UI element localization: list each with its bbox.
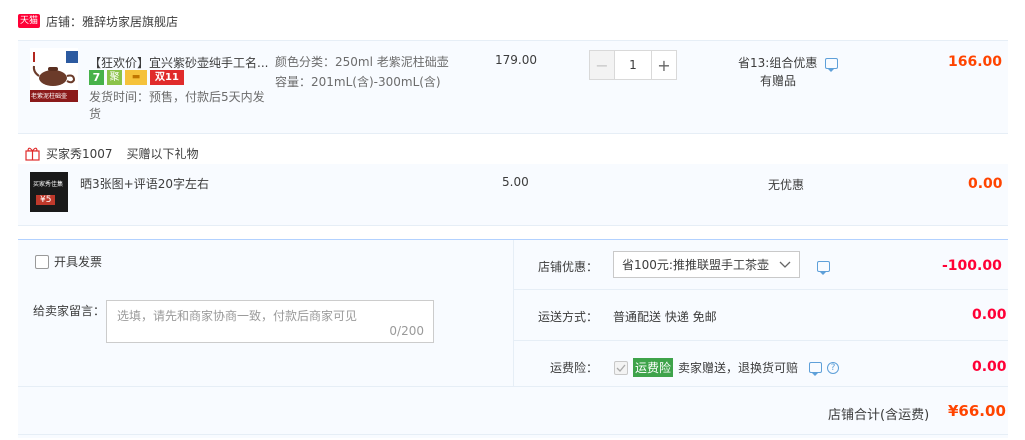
- message-textarea[interactable]: 选填，请先和商家协商一致，付款后商家可见 0/200: [106, 300, 434, 343]
- gift-price: 5.00: [502, 175, 529, 189]
- gift-subtotal: 0.00: [968, 176, 1003, 192]
- promo-text: 省13:组合优惠: [738, 54, 839, 72]
- gift-promo: 无优惠: [768, 178, 805, 192]
- gift-note: 有赠品: [760, 74, 797, 88]
- divider-1: [514, 289, 1008, 290]
- message-label: 给卖家留言：: [33, 304, 106, 318]
- help-icon[interactable]: ?: [827, 361, 840, 374]
- shipping-value: 普通配送 快递 免邮: [613, 310, 717, 324]
- insurance-chat-icon[interactable]: [809, 362, 823, 376]
- item-badges: 7 聚 ▬ 双11: [89, 70, 184, 85]
- seven-day-return-icon: 7: [89, 70, 104, 85]
- tmall-badge: 天猫: [18, 14, 41, 28]
- chat-icon[interactable]: [825, 58, 839, 72]
- insurance-checkbox[interactable]: [614, 360, 628, 375]
- divider-2: [514, 340, 1008, 341]
- discount-select[interactable]: 省100元:推推联盟手工茶壶: [613, 251, 800, 278]
- gift-row: [18, 164, 1008, 226]
- card-icon: ▬: [125, 70, 147, 85]
- delivery-time: 发货时间：预售，付款后5天内发货: [89, 90, 265, 121]
- double11-icon: 双11: [150, 70, 184, 85]
- juhuasuan-icon: 聚: [107, 70, 122, 85]
- shop-header: 天猫 店铺：雅辞坊家居旗舰店: [18, 8, 178, 34]
- gift-thumbnail[interactable]: 买家秀佳集 ¥5: [30, 172, 68, 212]
- insurance-badge: 运费险: [633, 358, 674, 377]
- gift-thumb-line1: 买家秀佳集: [33, 181, 64, 188]
- sku-color: 颜色分类：250ml 老紫泥柱础壶: [275, 55, 449, 69]
- chevron-down-icon: [779, 261, 791, 268]
- discount-chat-icon[interactable]: [817, 261, 830, 275]
- buyer-name: 买家秀1007: [46, 147, 113, 161]
- discount-value: 省100元:推推联盟手工茶壶: [622, 258, 769, 272]
- divider-4: [18, 434, 1008, 435]
- promo-label: 省13:组合优惠: [738, 56, 818, 70]
- quantity-stepper: − 1 +: [589, 50, 677, 80]
- total-label: 店铺合计(含运费): [828, 408, 930, 423]
- item-title[interactable]: 【狂欢价】宜兴紫砂壶纯手工名...: [89, 54, 268, 71]
- message-counter: 0/200: [389, 324, 424, 338]
- gift-icon: [25, 147, 40, 161]
- gift-header-text: 买赠以下礼物: [126, 147, 199, 161]
- discount-amount: -100.00: [942, 258, 1002, 274]
- message-placeholder: 选填，请先和商家协商一致，付款后商家可见: [117, 309, 358, 323]
- unit-price: 179.00: [495, 53, 537, 67]
- insurance-option: 运费险 卖家赠送，退换货可赔 ?: [614, 358, 840, 377]
- check-icon: [616, 364, 626, 372]
- insurance-text: 卖家赠送，退换货可赔: [678, 361, 799, 375]
- insurance-amount: 0.00: [972, 359, 1007, 375]
- divider-3: [18, 386, 1008, 387]
- shipping-label: 运送方式：: [538, 310, 599, 324]
- thumb-caption: 老紫泥柱础壶: [31, 93, 68, 100]
- divider-vertical: [513, 240, 514, 386]
- invoice-label: 开具发票: [54, 255, 103, 269]
- product-corner-icon: [66, 51, 78, 63]
- discount-label: 店铺优惠：: [538, 260, 599, 274]
- sku-capacity: 容量：201mL(含)-300mL(含): [275, 75, 441, 89]
- insurance-label: 运费险：: [550, 361, 599, 375]
- gift-header: 买家秀1007 买赠以下礼物: [25, 145, 199, 162]
- item-subtotal: 166.00: [948, 54, 1003, 70]
- total-value: ¥66.00: [948, 402, 1006, 420]
- invoice-option[interactable]: 开具发票: [35, 253, 102, 270]
- qty-input[interactable]: 1: [615, 50, 651, 80]
- invoice-checkbox[interactable]: [35, 254, 49, 269]
- gift-thumb-line2: ¥5: [36, 195, 56, 205]
- shipping-amount: 0.00: [972, 307, 1007, 323]
- qty-minus-button[interactable]: −: [589, 50, 615, 80]
- gift-title[interactable]: 晒3张图+评语20字左右: [80, 175, 209, 192]
- shop-name[interactable]: 店铺：雅辞坊家居旗舰店: [46, 13, 178, 30]
- qty-plus-button[interactable]: +: [651, 50, 677, 80]
